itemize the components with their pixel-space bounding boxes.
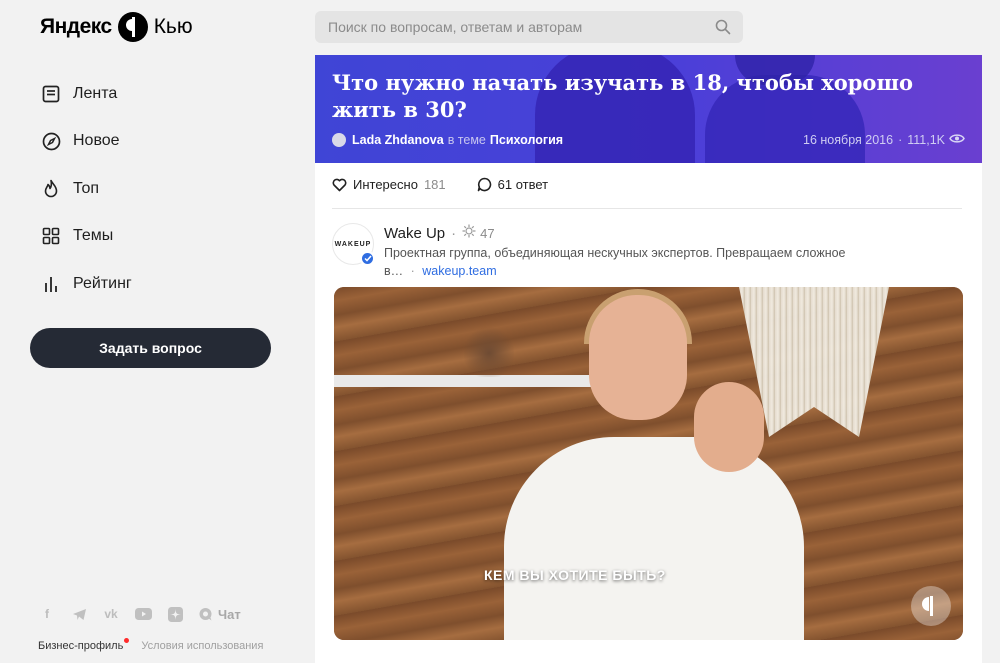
sidebar-item-label: Лента: [73, 84, 118, 102]
footer-links: Бизнес-профиль Условия использования: [38, 638, 263, 652]
sidebar-item-label: Новое: [73, 132, 120, 150]
answers-button[interactable]: 61 ответ: [477, 177, 548, 192]
search-bar[interactable]: [315, 11, 743, 43]
chat-icon: [199, 607, 212, 620]
author-avatar[interactable]: [332, 133, 346, 147]
logo-q-text: Кью: [153, 15, 193, 38]
grid-icon: [40, 225, 62, 247]
facebook-icon[interactable]: f: [38, 605, 56, 623]
search-icon[interactable]: [715, 19, 731, 40]
video-person: [589, 295, 687, 420]
views-count: 111,1K: [907, 133, 945, 147]
logo[interactable]: Яндекс Кью: [40, 10, 193, 44]
question-title[interactable]: Что нужно начать изучать в 18, чтобы хор…: [332, 69, 932, 123]
author-description: Проектная группа, объединяющая нескучных…: [384, 246, 846, 278]
zen-icon[interactable]: [166, 605, 184, 623]
question-meta: Lada Zhdanova в теме Психология: [332, 133, 563, 147]
description-cont[interactable]: в…: [384, 264, 403, 278]
question-date: 16 ноября 2016: [803, 133, 894, 147]
terms-link[interactable]: Условия использования: [141, 640, 263, 652]
eye-icon: [949, 133, 965, 147]
expertise-icon: [462, 224, 476, 242]
description-text: Проектная группа, объединяющая нескучных…: [384, 246, 846, 260]
answer-video[interactable]: КЕМ ВЫ ХОТИТЕ БЫТЬ?: [334, 287, 963, 640]
video-caption: КЕМ ВЫ ХОТИТЕ БЫТЬ?: [484, 567, 666, 583]
interesting-button[interactable]: Интересно 181: [332, 177, 446, 192]
sidebar-item-feed[interactable]: Лента: [40, 70, 280, 118]
avatar-text: WAKEUP: [334, 240, 372, 248]
q-watermark-icon: [911, 586, 951, 626]
compass-icon: [40, 130, 62, 152]
author-website-link[interactable]: wakeup.team: [422, 264, 496, 278]
youtube-icon[interactable]: [134, 605, 152, 623]
logo-yandex-text: Яндекс: [40, 15, 112, 38]
in-topic-text: в теме: [447, 133, 486, 147]
business-profile-label: Бизнес-профиль: [38, 640, 124, 652]
feed-icon: [40, 83, 62, 105]
ask-question-button[interactable]: Задать вопрос: [30, 328, 271, 368]
q-logo-icon: [117, 12, 148, 42]
flame-icon: [40, 178, 62, 200]
interesting-count: 181: [423, 177, 446, 192]
sidebar-item-new[interactable]: Новое: [40, 118, 280, 166]
sidebar-item-label: Темы: [73, 227, 114, 245]
chat-link[interactable]: Чат: [198, 605, 241, 623]
rating-icon: [40, 273, 62, 295]
chat-label: Чат: [218, 606, 241, 622]
sidebar-item-rating[interactable]: Рейтинг: [40, 260, 280, 308]
search-input[interactable]: [328, 19, 698, 35]
question-actions: Интересно 181 61 ответ: [332, 177, 579, 192]
topic-link[interactable]: Психология: [490, 133, 563, 147]
sidebar-item-label: Топ: [73, 179, 100, 197]
sidebar-nav: Лента Новое Топ Темы Рейтинг: [40, 70, 280, 308]
author-name[interactable]: Lada Zhdanova: [352, 133, 444, 147]
vk-icon[interactable]: vk: [102, 605, 120, 623]
question-hero[interactable]: Что нужно начать изучать в 18, чтобы хор…: [315, 55, 982, 163]
answer-author-row: Wake Up · 47: [384, 224, 495, 242]
heart-icon: [332, 178, 347, 191]
question-stats: 16 ноября 2016 · 111,1K: [803, 133, 965, 147]
telegram-icon[interactable]: [70, 605, 88, 623]
notification-dot: [124, 638, 130, 643]
answer-author-name[interactable]: Wake Up: [384, 225, 445, 242]
question-card: Что нужно начать изучать в 18, чтобы хор…: [315, 55, 982, 663]
video-person: [694, 382, 764, 472]
answers-count: 61 ответ: [497, 177, 549, 192]
video-plant: [464, 317, 514, 377]
sidebar-item-topics[interactable]: Темы: [40, 213, 280, 261]
separator-dot: ·: [451, 224, 457, 242]
verified-icon: [360, 251, 375, 266]
sidebar-item-label: Рейтинг: [73, 274, 132, 292]
social-links: f vk Чат: [38, 605, 241, 623]
divider: [332, 208, 962, 209]
author-rating: 47: [480, 225, 495, 241]
video-person: [504, 437, 804, 640]
sidebar-item-top[interactable]: Топ: [40, 165, 280, 213]
comment-icon: [477, 177, 491, 192]
business-profile-link[interactable]: Бизнес-профиль: [38, 638, 130, 652]
interesting-label: Интересно: [353, 177, 418, 192]
